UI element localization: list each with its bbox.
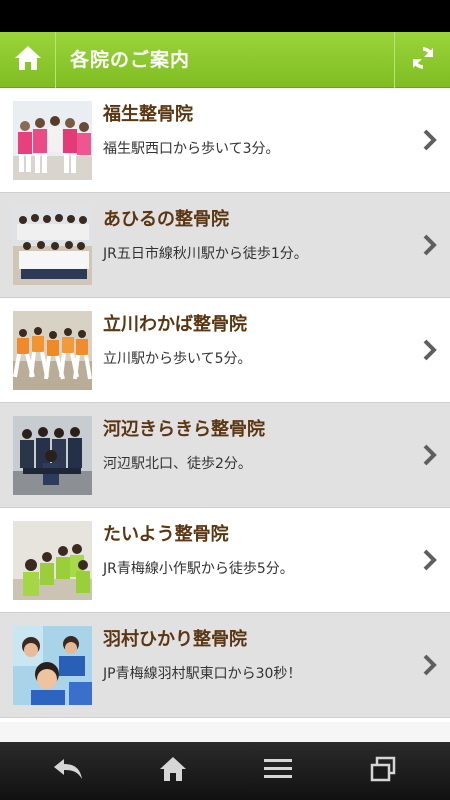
- back-icon: [52, 757, 84, 785]
- clinic-name: あひるの整骨院: [103, 209, 229, 230]
- chevron-right-icon: [422, 443, 438, 467]
- chevron-right-icon: [422, 233, 438, 257]
- clinic-name: 河辺きらきら整骨院: [103, 419, 265, 440]
- clinic-access: JP青梅線羽村駅東口から30秒！: [103, 666, 302, 682]
- clinic-access: 立川駅から歩いて5分。: [103, 351, 252, 367]
- recent-apps-button[interactable]: [327, 742, 439, 800]
- chevron-right-icon: [422, 338, 438, 362]
- clinic-photo: [13, 206, 92, 285]
- clinic-photo: [13, 626, 92, 705]
- clinic-name: 福生整骨院: [103, 104, 193, 125]
- chevron-right-icon: [422, 653, 438, 677]
- clinic-photo: [13, 416, 92, 495]
- list-item[interactable]: たいよう整骨院 JR青梅線小作駅から徒歩5分。: [0, 508, 450, 613]
- clinic-access: 河辺駅北口、徒歩2分。: [103, 456, 252, 472]
- recent-apps-icon: [369, 756, 397, 786]
- clinic-list: 福生整骨院 福生駅西口から歩いて3分。 あひるの整骨院 JR五日市線秋川駅から徒…: [0, 88, 450, 718]
- chevron-right-icon: [422, 128, 438, 152]
- refresh-icon: [410, 45, 436, 75]
- chevron-right-icon: [422, 548, 438, 572]
- list-item[interactable]: あひるの整骨院 JR五日市線秋川駅から徒歩1分。: [0, 193, 450, 298]
- list-item[interactable]: 福生整骨院 福生駅西口から歩いて3分。: [0, 88, 450, 193]
- system-nav-bar: [0, 742, 450, 800]
- clinic-access: JR青梅線小作駅から徒歩5分。: [103, 561, 294, 577]
- back-button[interactable]: [12, 742, 124, 800]
- clinic-name: 羽村ひかり整骨院: [103, 629, 247, 650]
- clinic-photo: [13, 101, 92, 180]
- system-home-button[interactable]: [117, 742, 229, 800]
- clinic-name: たいよう整骨院: [103, 524, 229, 545]
- home-icon: [13, 44, 43, 76]
- clinic-photo: [13, 521, 92, 600]
- app-header: 各院のご案内: [0, 32, 450, 88]
- list-item[interactable]: 立川わかば整骨院 立川駅から歩いて5分。: [0, 298, 450, 403]
- clinic-photo: [13, 311, 92, 390]
- list-item[interactable]: 羽村ひかり整骨院 JP青梅線羽村駅東口から30秒！: [0, 613, 450, 718]
- list-item-peek[interactable]: [0, 722, 450, 742]
- menu-button[interactable]: [222, 742, 334, 800]
- clinic-access: JR五日市線秋川駅から徒歩1分。: [103, 246, 308, 262]
- menu-icon: [264, 758, 292, 784]
- home-button[interactable]: [0, 32, 56, 88]
- clinic-access: 福生駅西口から歩いて3分。: [103, 141, 280, 157]
- clinic-name: 立川わかば整骨院: [103, 314, 247, 335]
- status-bar: [0, 0, 450, 32]
- home-icon: [158, 755, 188, 787]
- refresh-button[interactable]: [394, 32, 450, 88]
- list-item[interactable]: 河辺きらきら整骨院 河辺駅北口、徒歩2分。: [0, 403, 450, 508]
- page-title: 各院のご案内: [70, 49, 191, 71]
